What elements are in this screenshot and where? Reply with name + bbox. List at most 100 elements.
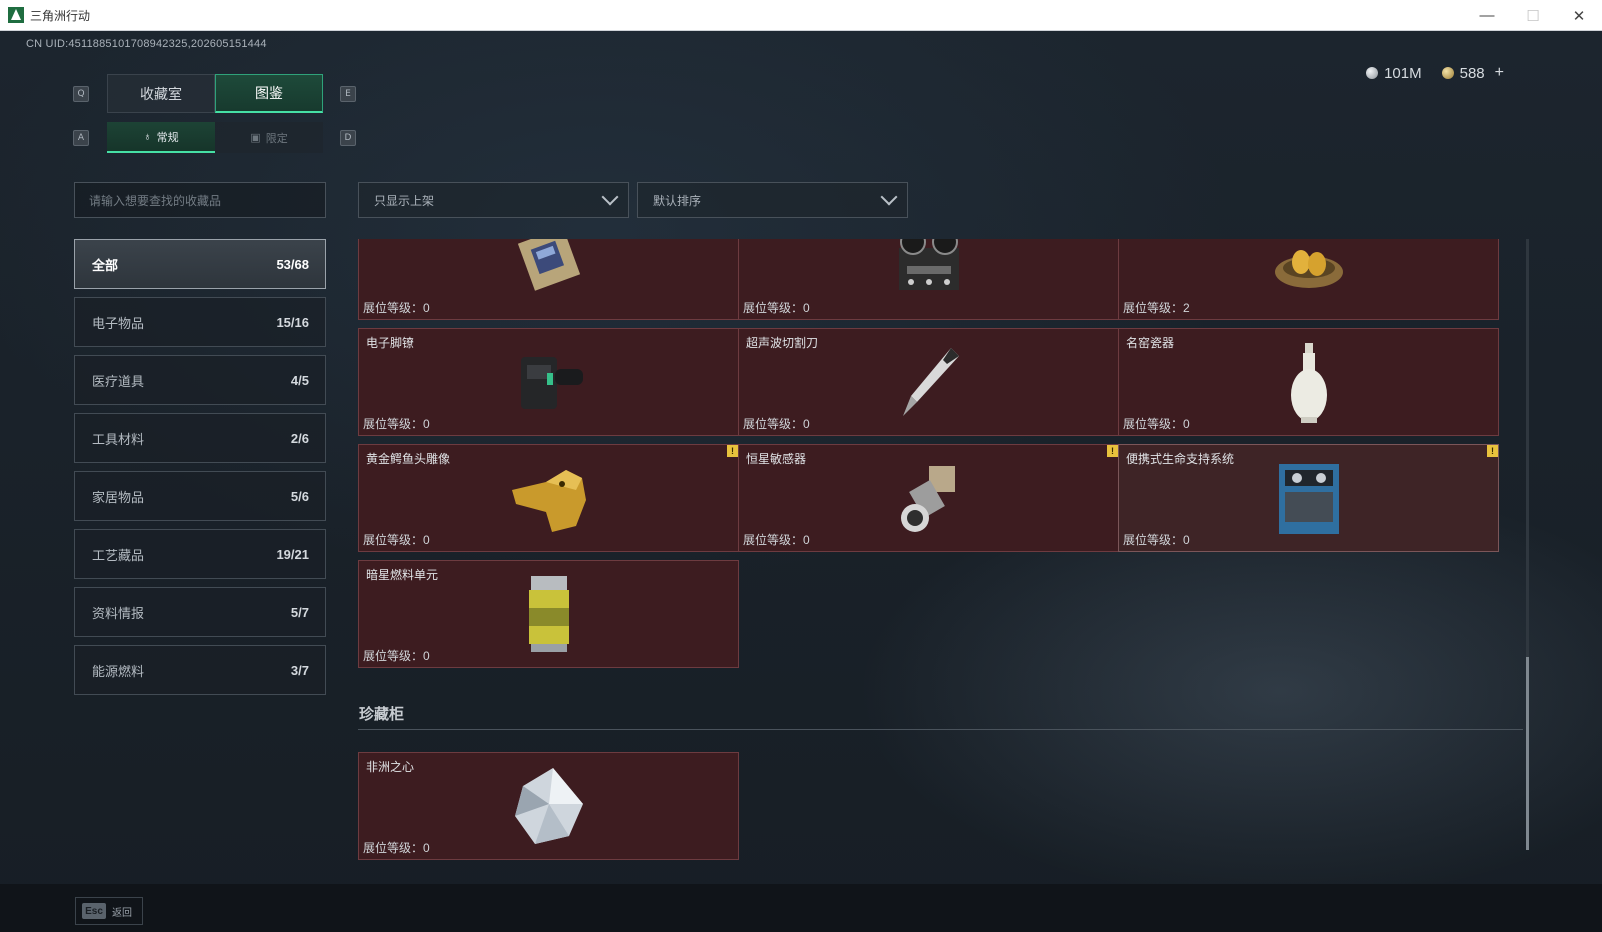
item-card[interactable]: 暗星燃料单元 展位等级：0: [358, 560, 739, 668]
tab-limited-label: 限定: [265, 132, 288, 145]
category-label: 电子物品: [92, 315, 145, 331]
item-level: 展位等级：0: [363, 649, 430, 663]
item-name: 名窑瓷器: [1126, 336, 1175, 350]
window-controls: — ☐ ✕: [1464, 0, 1602, 31]
category-label: 医疗道具: [92, 373, 145, 389]
back-label: 返回: [112, 907, 132, 919]
category-count: 4/5: [290, 372, 309, 388]
uid-text: CN UID:4511885101708942325,202605151444: [26, 38, 267, 50]
minimize-button[interactable]: —: [1464, 0, 1510, 31]
gold-coin-icon: [1441, 67, 1454, 79]
search-input[interactable]: 请输入想要查找的收藏品: [74, 182, 326, 218]
item-name: 超声波切割刀: [746, 336, 819, 350]
category-intel[interactable]: 资料情报 5/7: [74, 587, 326, 637]
ankle-monitor-icon: [520, 357, 583, 409]
image-icon: ▣: [250, 132, 261, 144]
gold-amount: 588: [1459, 64, 1485, 82]
category-home[interactable]: 家居物品 5/6: [74, 471, 326, 521]
item-level: 展位等级：0: [743, 533, 810, 547]
bottle-icon: ♁: [143, 130, 152, 143]
item-card[interactable]: 展位等级：2: [1118, 239, 1499, 320]
gold-crocodile-head-icon: [511, 470, 586, 532]
scrollbar-thumb[interactable]: [1526, 657, 1529, 850]
item-card[interactable]: 电子脚镣 展位等级：0: [358, 328, 739, 436]
item-level: 展位等级：0: [743, 417, 810, 431]
category-tools[interactable]: 工具材料 2/6: [74, 413, 326, 463]
item-name: 非洲之心: [366, 760, 415, 774]
item-name: 便携式生命支持系统: [1126, 452, 1235, 466]
scrollbar[interactable]: [1526, 239, 1529, 850]
star-sensor-icon: [900, 466, 955, 532]
tab-catalog[interactable]: 图鉴: [215, 74, 323, 113]
category-label: 资料情报: [92, 605, 145, 621]
silver-coin-icon: [1366, 67, 1379, 79]
silver-amount: 101M: [1384, 64, 1422, 82]
warning-badge-icon: !: [727, 445, 738, 457]
key-hint-e[interactable]: E: [340, 86, 356, 102]
category-electronics[interactable]: 电子物品 15/16: [74, 297, 326, 347]
category-label: 家居物品: [92, 489, 145, 505]
item-card[interactable]: 黄金鳄鱼头雕像 ! 展位等级：0: [358, 444, 739, 552]
category-fuel[interactable]: 能源燃料 3/7: [74, 645, 326, 695]
category-label: 工具材料: [92, 431, 145, 447]
item-level: 展位等级：0: [363, 417, 430, 431]
tab-collection-room[interactable]: 收藏室: [107, 74, 215, 113]
item-card[interactable]: 恒星敏感器 ! 展位等级：0: [738, 444, 1119, 552]
sort-value: 默认排序: [653, 193, 702, 208]
item-card[interactable]: 展位等级：0: [738, 239, 1119, 320]
shelf-filter-dropdown[interactable]: 只显示上架: [358, 182, 629, 218]
currency-bar: 101M 588 +: [1366, 64, 1504, 82]
item-card[interactable]: 超声波切割刀 展位等级：0: [738, 328, 1119, 436]
category-count: 3/7: [290, 662, 309, 678]
back-button[interactable]: Esc 返回: [75, 897, 143, 925]
sort-dropdown[interactable]: 默认排序: [637, 182, 908, 218]
item-level: 展位等级：2: [1123, 301, 1190, 315]
category-count: 5/7: [290, 604, 309, 620]
section-title-treasure: 珍藏柜: [359, 706, 405, 723]
key-hint-a[interactable]: A: [73, 130, 89, 146]
item-level: 展位等级：0: [363, 533, 430, 547]
key-hint-q[interactable]: Q: [73, 86, 89, 102]
item-level: 展位等级：0: [743, 301, 810, 315]
add-currency-button[interactable]: +: [1495, 64, 1504, 82]
chevron-down-icon: [880, 188, 898, 206]
esc-key: Esc: [82, 903, 106, 919]
shelf-filter-value: 只显示上架: [374, 193, 435, 208]
category-label: 工艺藏品: [92, 547, 145, 563]
category-label: 能源燃料: [92, 663, 145, 679]
sub-tabs: ♁ 常规 ▣ 限定: [107, 122, 323, 153]
category-all[interactable]: 全部 53/68: [74, 239, 326, 289]
maximize-button[interactable]: ☐: [1510, 0, 1556, 31]
item-name: 电子脚镣: [366, 336, 415, 350]
key-hint-d[interactable]: D: [340, 130, 356, 146]
bottom-bar: Esc 返回: [0, 884, 1602, 932]
window-titlebar: 三角洲行动 — ☐ ✕: [0, 0, 1602, 31]
category-crafts[interactable]: 工艺藏品 19/21: [74, 529, 326, 579]
close-button[interactable]: ✕: [1556, 0, 1602, 31]
golden-egg-nest-icon: [1274, 249, 1343, 288]
item-name: 暗星燃料单元: [366, 568, 439, 582]
tab-regular[interactable]: ♁ 常规: [107, 122, 215, 153]
item-card[interactable]: 展位等级：0: [358, 239, 739, 320]
item-level: 展位等级：0: [363, 841, 430, 855]
item-card[interactable]: 非洲之心 展位等级：0: [358, 752, 739, 860]
item-card[interactable]: 便携式生命支持系统 ! 展位等级：0: [1118, 444, 1499, 552]
item-card[interactable]: 名窑瓷器 展位等级：0: [1118, 328, 1499, 436]
circuit-module-icon: [517, 239, 580, 291]
item-grid: 展位等级：0 展位等级：0 展位等级：2 电子脚镣 展位等级：0 超声波切割刀 …: [358, 239, 1523, 879]
window-title: 三角洲行动: [30, 8, 91, 23]
category-count: 53/68: [276, 256, 309, 272]
chevron-down-icon: [601, 188, 619, 206]
game-view: CN UID:4511885101708942325,202605151444 …: [0, 31, 1602, 932]
category-label: 全部: [92, 257, 119, 273]
item-level: 展位等级：0: [363, 301, 430, 315]
warning-badge-icon: !: [1487, 445, 1498, 457]
item-name: 恒星敏感器: [746, 452, 807, 466]
warning-badge-icon: !: [1107, 445, 1118, 457]
category-medical[interactable]: 医疗道具 4/5: [74, 355, 326, 405]
porcelain-vase-icon: [1290, 343, 1327, 423]
item-level: 展位等级：0: [1123, 417, 1190, 431]
ultrasonic-cutter-icon: [902, 348, 959, 416]
life-support-system-icon: [1278, 464, 1339, 534]
tab-limited[interactable]: ▣ 限定: [215, 122, 323, 153]
